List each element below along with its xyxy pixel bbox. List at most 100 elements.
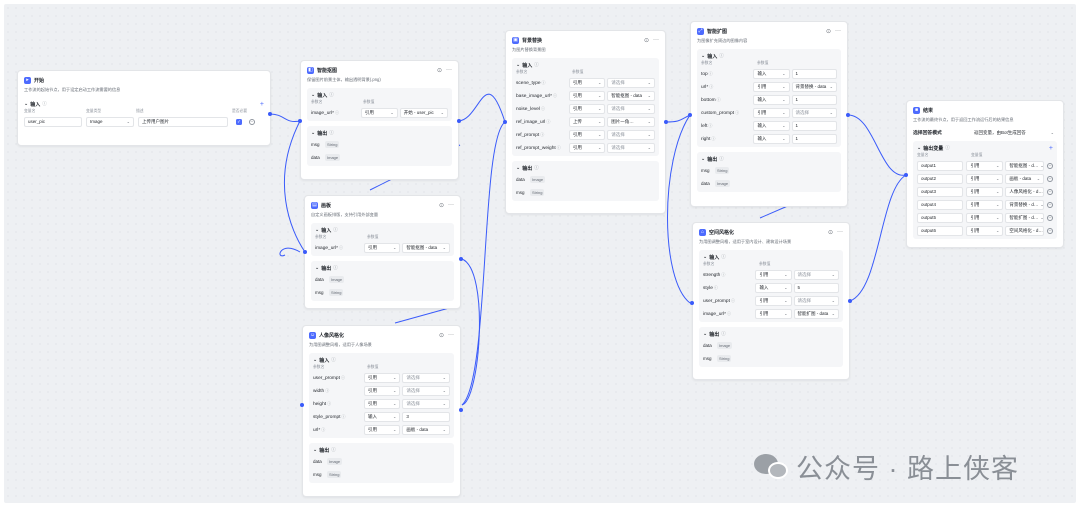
chevron-down-icon[interactable]: ⌄ [516, 62, 520, 68]
mode-select[interactable]: 引用 ⌄ [568, 142, 606, 153]
output-port[interactable] [664, 120, 668, 124]
mode-select[interactable]: 引用 ⌄ [753, 107, 790, 118]
mode-select[interactable]: 引用 ⌄ [360, 107, 398, 118]
chevron-down-icon[interactable]: ⌄ [701, 53, 705, 59]
reference-select[interactable]: 智能扩图 - d… ⌄ [1005, 212, 1045, 223]
param-type-select[interactable]: Image ⌄ [86, 116, 134, 127]
reference-select[interactable]: 背景替换 - data ⌄ [791, 81, 837, 92]
chevron-down-icon[interactable]: ⌄ [311, 130, 315, 136]
mode-select[interactable]: 引用 ⌄ [568, 103, 606, 114]
mode-select[interactable]: 引用 ⌄ [755, 295, 792, 306]
reference-select[interactable]: 请选择 ⌄ [607, 103, 655, 114]
add-param-button[interactable]: + [260, 101, 264, 108]
mode-select[interactable]: 引用 ⌄ [966, 199, 1004, 210]
chevron-down-icon[interactable]: ⌄ [315, 227, 319, 233]
reference-select[interactable]: 人像风格化 - d…⌄ [1005, 186, 1045, 197]
input-port[interactable] [298, 119, 302, 123]
reference-select[interactable]: 请选择 ⌄ [402, 398, 450, 409]
run-icon[interactable]: ⊙ [439, 332, 444, 339]
run-icon[interactable]: ⊙ [644, 37, 649, 44]
variable-name-input[interactable]: output2 [917, 173, 964, 184]
reference-select[interactable]: 智能抠图 - data ⌄ [402, 242, 450, 253]
more-icon[interactable]: ··· [448, 202, 454, 209]
chevron-down-icon[interactable]: ⌄ [315, 265, 319, 271]
background-replace-node[interactable]: ▣ 背景替换 ⊙ ··· 为图片替换背景图 ⌄ 输入 ⓘ 参数名 参数值 scene_t… [505, 30, 666, 214]
param-desc-input[interactable]: 上传用户图片 [138, 116, 228, 127]
mode-select[interactable]: 引用 ⌄ [966, 173, 1004, 184]
mode-select[interactable]: 引用 ⌄ [755, 269, 792, 280]
run-icon[interactable]: ⊙ [826, 28, 831, 35]
chevron-down-icon[interactable]: ⌄ [311, 92, 315, 98]
mode-select[interactable]: 输入 ⌄ [753, 68, 790, 79]
mode-select[interactable]: 引用 ⌄ [753, 81, 790, 92]
reference-select[interactable]: 请选择 ⌄ [793, 269, 839, 280]
reference-select[interactable]: 请选择 ⌄ [607, 77, 655, 88]
reference-select[interactable]: 画板 - data ⌄ [402, 424, 450, 435]
more-icon[interactable]: ··· [448, 332, 454, 339]
input-port[interactable] [303, 250, 307, 254]
reference-select[interactable]: 背景替换 - d… ⌄ [1005, 199, 1045, 210]
variable-name-input[interactable]: output4 [917, 199, 964, 210]
remove-variable-icon[interactable]: − [1047, 227, 1053, 234]
mode-select[interactable]: 引用 ⌄ [966, 212, 1004, 223]
mode-select[interactable]: 输入 ⌄ [753, 94, 790, 105]
chevron-down-icon[interactable]: ⌄ [701, 156, 705, 162]
mode-select[interactable]: 引用 ⌄ [966, 186, 1004, 197]
mode-select[interactable]: 输入 ⌄ [364, 411, 401, 422]
portrait-style-node[interactable]: ☺ 人像风格化 ⊙ ··· 为用图调整风格，适用于人像场景 ⌄ 输入 ⓘ 参数名 参数值… [302, 325, 461, 497]
value-input[interactable]: 1 [791, 133, 837, 144]
param-name-input[interactable]: user_pic [24, 116, 82, 127]
output-port[interactable] [459, 408, 463, 412]
run-icon[interactable]: ⊙ [437, 67, 442, 74]
chevron-down-icon[interactable]: ⌄ [703, 331, 707, 337]
variable-name-input[interactable]: output1 [917, 160, 964, 171]
reference-select[interactable]: 请选择 ⌄ [607, 129, 655, 140]
reference-select[interactable]: 请选择 ⌄ [793, 295, 839, 306]
input-port[interactable] [300, 403, 304, 407]
remove-variable-icon[interactable]: − [1047, 188, 1053, 195]
start-node[interactable]: ▸ 开始 工作流的起始节点，用于设定启动工作流需要的信息 ⌄ 输入 ⓘ + 变量… [17, 70, 271, 146]
required-checkbox[interactable]: ✓ [236, 118, 242, 125]
more-icon[interactable]: ··· [835, 28, 841, 35]
input-port[interactable] [904, 173, 908, 177]
more-icon[interactable]: ··· [446, 67, 452, 74]
output-port[interactable] [457, 119, 461, 123]
mode-select[interactable]: 引用 ⌄ [364, 372, 401, 383]
reference-select[interactable]: 智能扩图 - data ⌄ [793, 308, 839, 319]
mode-select[interactable]: 引用 ⌄ [966, 225, 1004, 236]
add-variable-button[interactable]: + [1049, 145, 1053, 152]
input-port[interactable] [690, 301, 694, 305]
remove-variable-icon[interactable]: − [1047, 214, 1053, 221]
reference-select[interactable]: 画板 - data ⌄ [1005, 173, 1045, 184]
output-port[interactable] [848, 299, 852, 303]
reference-select[interactable]: 请选择 ⌄ [607, 142, 655, 153]
value-input[interactable]: 3 [402, 411, 450, 422]
mode-select[interactable]: 引用 ⌄ [568, 90, 606, 101]
mode-select[interactable]: 引用 ⌄ [364, 385, 401, 396]
mode-select[interactable]: 输入 ⌄ [753, 133, 790, 144]
remove-variable-icon[interactable]: − [1047, 175, 1053, 182]
input-port[interactable] [688, 113, 692, 117]
chevron-down-icon[interactable]: ⌄ [917, 145, 921, 151]
variable-name-input[interactable]: output5 [917, 212, 964, 223]
remove-param-icon[interactable]: − [249, 118, 255, 125]
remove-variable-icon[interactable]: − [1047, 201, 1053, 208]
reference-select[interactable]: 空间风格化 - d…⌄ [1005, 225, 1045, 236]
chevron-down-icon[interactable]: ⌄ [313, 357, 317, 363]
mode-select[interactable]: 引用 ⌄ [364, 424, 401, 435]
variable-name-input[interactable]: output6 [917, 225, 964, 236]
value-input[interactable]: 1 [791, 120, 837, 131]
mode-select[interactable]: 引用 ⌄ [568, 129, 606, 140]
run-icon[interactable]: ⊙ [828, 229, 833, 236]
output-port[interactable] [846, 113, 850, 117]
answer-mode-select[interactable]: 返回变量，由Bot生成回答 ⌄ [971, 128, 1057, 138]
output-port[interactable] [268, 112, 272, 116]
mode-select[interactable]: 引用 ⌄ [364, 398, 401, 409]
value-input[interactable]: 5 [793, 282, 839, 293]
smart-expand-node[interactable]: ⤢ 智能扩图 ⊙ ··· 为图像扩充周边的图像内容 ⌄ 输入 ⓘ 参数名 参数值 top… [690, 21, 848, 207]
mode-select[interactable]: 引用 ⌄ [966, 160, 1004, 171]
drawing-node[interactable]: ▤ 画板 ⊙ ··· 自定义画板排版，支持引用外部变量 ⌄ 输入 ⓘ 参数名 参数值 i… [304, 195, 461, 309]
reference-select[interactable]: 开始 - user_pic ⌄ [399, 107, 449, 118]
chevron-down-icon[interactable]: ⌄ [516, 165, 520, 171]
chevron-down-icon[interactable]: ⌄ [24, 101, 28, 107]
